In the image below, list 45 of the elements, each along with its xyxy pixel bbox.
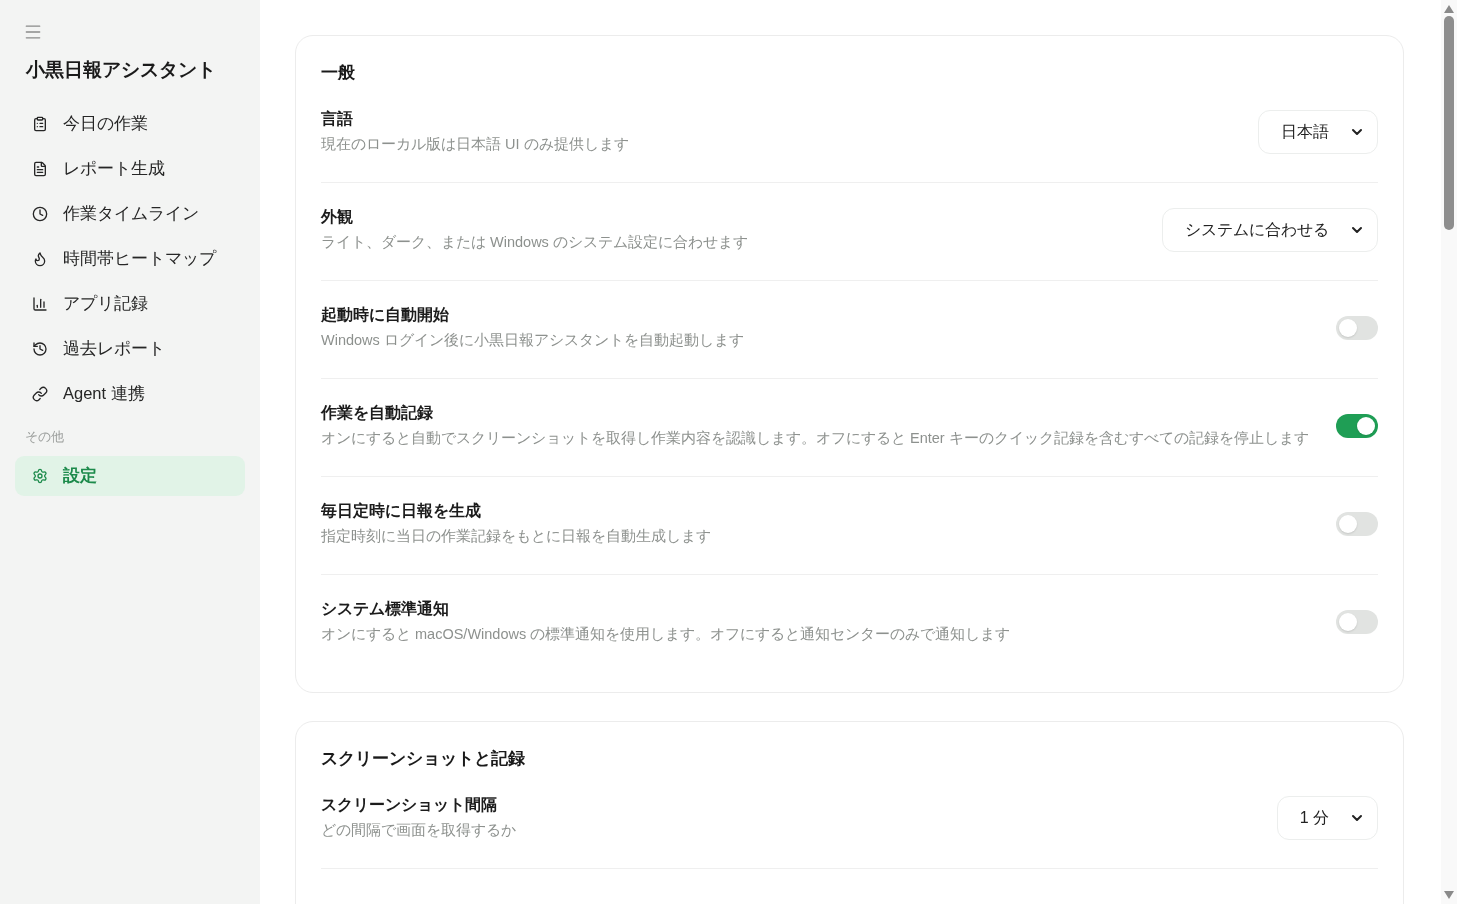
setting-label: システム標準通知: [321, 599, 450, 619]
flame-icon: [32, 251, 48, 267]
clipboard-icon: [32, 116, 48, 132]
setting-label: 言語: [321, 109, 354, 129]
setting-description: ライト、ダーク、または Windows のシステム設定に合わせます: [321, 233, 749, 252]
setting-label: 毎日定時に日報を生成: [321, 501, 482, 521]
nav-item[interactable]: 今日の作業: [15, 104, 245, 144]
nav-item[interactable]: レポート生成: [15, 149, 245, 189]
app-title: 小黒日報アシスタント: [26, 58, 217, 82]
nav-item[interactable]: Agent 連携: [15, 374, 245, 414]
toggle-switch[interactable]: [1336, 512, 1378, 536]
setting-label: 外観: [321, 207, 354, 227]
setting-description: Windows ログイン後に小黒日報アシスタントを自動起動します: [321, 331, 745, 350]
setting-description: オンにすると macOS/Windows の標準通知を使用します。オフにすると通知センターのみで通知します: [321, 625, 1012, 644]
setting-label: スクリーンショット間隔: [321, 795, 498, 815]
document-icon: [32, 161, 48, 177]
nav-item[interactable]: 時間帯ヒートマップ: [15, 239, 245, 279]
section-label: その他: [25, 428, 65, 446]
dropdown[interactable]: 日本語: [1258, 110, 1378, 154]
section-title: 一般: [321, 62, 356, 84]
setting-description: 指定時刻に当日の作業記録をもとに日報を自動生成します: [321, 527, 712, 546]
dropdown[interactable]: システムに合わせる: [1162, 208, 1378, 252]
dropdown[interactable]: 1 分: [1276, 796, 1378, 840]
nav-item[interactable]: 過去レポート: [15, 329, 245, 369]
setting-description: 現在のローカル版は日本語 UI のみ提供します: [321, 135, 630, 154]
setting-label: 作業を自動記録: [321, 403, 434, 423]
scrollbar-thumb[interactable]: [1444, 16, 1454, 230]
setting-label: 起動時に自動開始: [321, 305, 450, 325]
toggle-switch[interactable]: [1336, 610, 1378, 634]
scroll-up-icon[interactable]: [1444, 5, 1454, 13]
nav-item[interactable]: 設定: [15, 456, 245, 496]
bar-chart-icon: [32, 296, 48, 312]
clock-icon: [32, 206, 48, 222]
nav-item[interactable]: アプリ記録: [15, 284, 245, 324]
history-icon: [32, 341, 48, 357]
link-icon: [32, 386, 48, 402]
toggle-switch[interactable]: [1336, 414, 1378, 438]
toggle-switch[interactable]: [1336, 316, 1378, 340]
section-title: スクリーンショットと記録: [321, 748, 526, 770]
scroll-down-icon[interactable]: [1444, 891, 1454, 899]
nav-item[interactable]: 作業タイムライン: [15, 194, 245, 234]
setting-description: オンにすると自動でスクリーンショットを取得し作業内容を認識します。オフにすると Enter キーのクイック記録を含むすべての記録を停止します: [321, 429, 1310, 448]
settings-icon: [32, 468, 48, 484]
setting-description: どの間隔で画面を取得するか: [321, 821, 517, 840]
scrollbar[interactable]: [1441, 0, 1457, 904]
